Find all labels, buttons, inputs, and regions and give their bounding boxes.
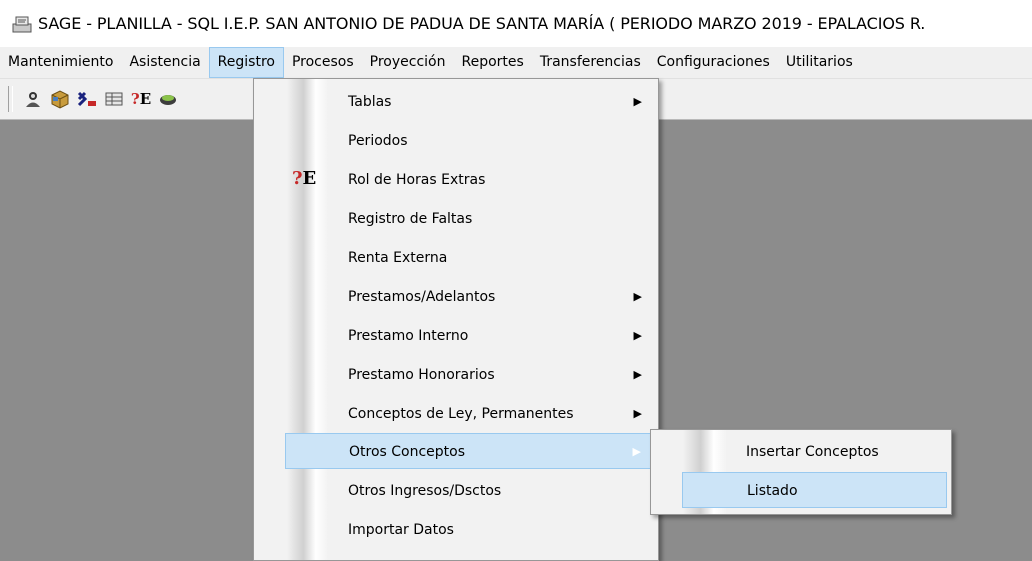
employee-icon[interactable] bbox=[23, 89, 43, 109]
app-icon bbox=[12, 15, 32, 33]
menu-item-prestamo-interno[interactable]: Prestamo Interno ▶ bbox=[284, 318, 656, 354]
menu-item-label: Otros Ingresos/Dsctos bbox=[348, 483, 502, 499]
menu-item-label: Prestamo Honorarios bbox=[348, 367, 495, 383]
menu-reportes[interactable]: Reportes bbox=[454, 47, 532, 78]
menu-item-label: Prestamos/Adelantos bbox=[348, 289, 496, 305]
menu-item-label: Otros Conceptos bbox=[349, 444, 466, 460]
menu-item-label: Tablas bbox=[348, 94, 392, 110]
menu-item-importar-datos[interactable]: Importar Datos bbox=[284, 512, 656, 548]
menu-item-otros-ingresos[interactable]: Otros Ingresos/Dsctos bbox=[284, 473, 656, 509]
title-bar: SAGE - PLANILLA - SQL I.E.P. SAN ANTONIO… bbox=[0, 0, 1032, 47]
menu-item-renta-externa[interactable]: Renta Externa bbox=[284, 240, 656, 276]
menu-item-label: Registro de Faltas bbox=[348, 211, 473, 227]
submenu-arrow-icon: ▶ bbox=[632, 445, 641, 458]
otros-conceptos-submenu: Insertar Conceptos Listado bbox=[650, 429, 952, 515]
package-icon[interactable] bbox=[50, 89, 70, 109]
submenu-item-insertar-conceptos[interactable]: Insertar Conceptos bbox=[681, 434, 949, 470]
submenu-arrow-icon: ▶ bbox=[633, 329, 642, 342]
menu-item-label: Renta Externa bbox=[348, 250, 448, 266]
submenu-arrow-icon: ▶ bbox=[633, 407, 642, 420]
menu-item-label: Importar Datos bbox=[348, 522, 454, 538]
menu-item-label: Prestamo Interno bbox=[348, 328, 469, 344]
menu-asistencia[interactable]: Asistencia bbox=[121, 47, 208, 78]
window-title: SAGE - PLANILLA - SQL I.E.P. SAN ANTONIO… bbox=[38, 14, 926, 33]
menu-item-prestamos-adelantos[interactable]: Prestamos/Adelantos ▶ bbox=[284, 279, 656, 315]
menu-item-registro-faltas[interactable]: Registro de Faltas bbox=[284, 201, 656, 237]
menu-utilitarios[interactable]: Utilitarios bbox=[778, 47, 861, 78]
menu-item-label: Periodos bbox=[348, 133, 408, 149]
toolbar-grip[interactable] bbox=[8, 86, 13, 112]
extra-hours-icon: ?E bbox=[292, 168, 317, 189]
table-icon[interactable] bbox=[104, 89, 124, 109]
menu-item-conceptos-ley[interactable]: Conceptos de Ley, Permanentes ▶ bbox=[284, 396, 656, 432]
menu-item-rol-horas-extras[interactable]: ?E Rol de Horas Extras bbox=[284, 162, 656, 198]
registro-dropdown: Tablas ▶ Periodos ?E Rol de Horas Extras… bbox=[253, 78, 659, 561]
menu-transferencias[interactable]: Transferencias bbox=[532, 47, 649, 78]
menu-item-label: Listado bbox=[747, 483, 798, 499]
menu-configuraciones[interactable]: Configuraciones bbox=[649, 47, 778, 78]
menu-item-otros-conceptos[interactable]: Otros Conceptos ▶ bbox=[285, 433, 656, 469]
menu-item-periodos[interactable]: Periodos bbox=[284, 123, 656, 159]
menu-bar: Mantenimiento Asistencia Registro Proces… bbox=[0, 47, 1032, 79]
submenu-arrow-icon: ▶ bbox=[633, 368, 642, 381]
submenu-item-listado[interactable]: Listado bbox=[682, 472, 947, 508]
menu-item-prestamo-honorarios[interactable]: Prestamo Honorarios ▶ bbox=[284, 357, 656, 393]
menu-procesos[interactable]: Procesos bbox=[284, 47, 362, 78]
book-icon[interactable] bbox=[158, 89, 178, 109]
excel-icon[interactable] bbox=[77, 89, 97, 109]
menu-mantenimiento[interactable]: Mantenimiento bbox=[0, 47, 121, 78]
submenu-arrow-icon: ▶ bbox=[633, 290, 642, 303]
menu-item-label: Rol de Horas Extras bbox=[348, 172, 486, 188]
menu-item-tablas[interactable]: Tablas ▶ bbox=[284, 84, 656, 120]
submenu-arrow-icon: ▶ bbox=[633, 95, 642, 108]
extra-hours-icon[interactable]: ? E bbox=[131, 89, 151, 109]
menu-registro[interactable]: Registro bbox=[208, 47, 284, 78]
menu-proyeccion[interactable]: Proyección bbox=[362, 47, 454, 78]
menu-item-label: Insertar Conceptos bbox=[746, 444, 879, 460]
menu-item-label: Conceptos de Ley, Permanentes bbox=[348, 406, 574, 422]
